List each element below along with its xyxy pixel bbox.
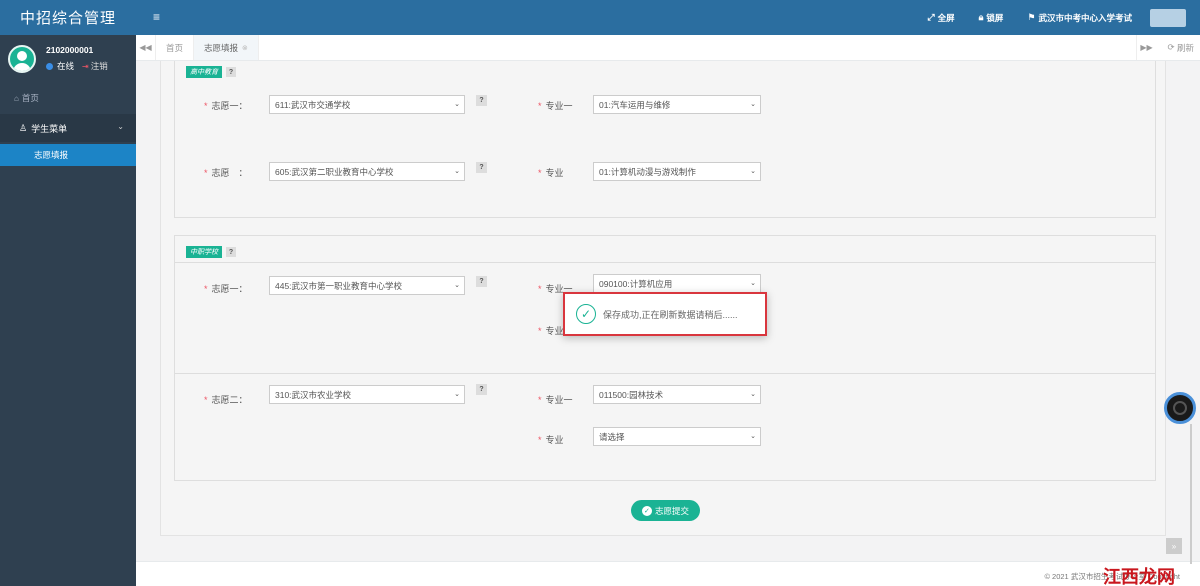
refresh-button[interactable]: ⟳ 刷新 xyxy=(1167,35,1194,60)
org-menu[interactable]: ⚑ 武汉市中考中心入学考试 xyxy=(1027,12,1132,24)
help-icon[interactable]: ? xyxy=(476,276,487,287)
chevron-down-icon: ⌄ xyxy=(454,101,460,108)
field-label: * 志愿二： xyxy=(204,395,248,405)
scroll-top-icon[interactable]: » xyxy=(1166,538,1182,554)
major-select[interactable]: 090100:计算机应用 ⌄ xyxy=(593,274,761,293)
lock-button[interactable]: 🔒︎ 锁屏 xyxy=(979,12,1004,24)
submit-button[interactable]: ✓ 志愿提交 xyxy=(631,500,700,521)
school-select[interactable]: 605:武汉第二职业教育中心学校 ⌄ xyxy=(269,162,465,181)
chevron-down-icon: ⌄ xyxy=(117,122,124,131)
major-select[interactable]: 请选择 ⌄ xyxy=(593,427,761,446)
success-toast: ✓ 保存成功,正在刷新数据请稍后...... xyxy=(563,292,767,336)
divider xyxy=(175,262,1155,263)
tab-volunteer[interactable]: 志愿填报 ⊗ xyxy=(194,35,259,60)
top-bar: ≡ ⤢ 全屏 🔒︎ 锁屏 ⚑ 武汉市中考中心入学考试 xyxy=(136,0,1200,35)
help-icon[interactable]: ? xyxy=(226,247,236,257)
help-icon[interactable]: ? xyxy=(476,95,487,106)
tab-scroll-right-icon[interactable]: ▶▶ xyxy=(1136,35,1156,60)
online-status: 在线 xyxy=(57,61,75,71)
field-label: * 志愿 ： xyxy=(204,168,248,178)
section-vocational: 中职学校 ? * 志愿一： 445:武汉市第一职业教育中心学校 ⌄ ? * 专业一 0… xyxy=(174,235,1156,481)
help-icon[interactable]: ? xyxy=(476,162,487,173)
user-panel: 2102000001 在线 ⇥ 注销 xyxy=(0,35,136,82)
field-label: * 志愿一： xyxy=(204,101,248,111)
field-label: * 专业一 xyxy=(538,101,573,111)
field-label: * 专业 xyxy=(538,168,564,178)
major-select[interactable]: 01:计算机动漫与游戏制作 ⌄ xyxy=(593,162,761,181)
section-high-school: 高中教育 ? * 志愿一： 611:武汉市交通学校 ⌄ ? * 专业一 01:汽车运用… xyxy=(174,61,1156,218)
fullscreen-button[interactable]: ⤢ 全屏 xyxy=(927,12,954,24)
chevron-down-icon: ⌄ xyxy=(454,282,460,289)
tab-bar: ◀◀ 首页 志愿填报 ⊗ ▶▶ ⟳ 刷新 xyxy=(136,35,1200,61)
help-icon[interactable]: ? xyxy=(226,67,236,77)
school-select[interactable]: 445:武汉市第一职业教育中心学校 ⌄ xyxy=(269,276,465,295)
field-label: * 专业 xyxy=(538,435,564,445)
app-title: 中招综合管理 xyxy=(0,0,136,35)
top-user-avatar[interactable] xyxy=(1150,8,1186,27)
scroll-rail[interactable] xyxy=(1190,424,1192,564)
chevron-down-icon: ⌄ xyxy=(750,101,756,108)
lock-icon: 🔒︎ xyxy=(978,12,984,22)
org-icon: ⚑ xyxy=(1027,12,1036,22)
avatar[interactable] xyxy=(8,44,36,73)
sidebar-group-student[interactable]: ♙ 学生菜单 ⌄ xyxy=(0,114,136,142)
online-dot-icon xyxy=(46,62,53,70)
chevron-down-icon: ⌄ xyxy=(454,391,460,398)
home-icon: ⌂ xyxy=(14,93,19,103)
refresh-icon: ⟳ xyxy=(1167,42,1175,52)
sidebar-item-home[interactable]: ⌂ 首页 xyxy=(0,82,136,114)
expand-icon: ⤢ xyxy=(927,12,935,22)
section-label: 高中教育 xyxy=(186,66,222,78)
divider xyxy=(175,373,1155,374)
chevron-down-icon: ⌄ xyxy=(750,168,756,175)
floating-assistant-icon[interactable] xyxy=(1164,392,1196,424)
check-circle-icon: ✓ xyxy=(576,304,596,324)
watermark-logo: 江西龙网 xyxy=(1103,567,1175,586)
logout-icon: ⇥ xyxy=(82,62,89,71)
chevron-down-icon: ⌄ xyxy=(454,168,460,175)
field-label: * 志愿一： xyxy=(204,284,248,294)
school-select[interactable]: 310:武汉市农业学校 ⌄ xyxy=(269,385,465,404)
major-select[interactable]: 01:汽车运用与维修 ⌄ xyxy=(593,95,761,114)
user-icon: ♙ xyxy=(19,122,28,133)
chevron-down-icon: ⌄ xyxy=(750,280,756,287)
chevron-down-icon: ⌄ xyxy=(750,433,756,440)
chevron-down-icon: ⌄ xyxy=(750,391,756,398)
logout-link[interactable]: ⇥ 注销 xyxy=(82,60,108,72)
tab-home[interactable]: 首页 xyxy=(156,35,195,60)
tab-scroll-left-icon[interactable]: ◀◀ xyxy=(136,35,156,60)
toast-message: 保存成功,正在刷新数据请稍后...... xyxy=(603,309,738,320)
menu-toggle-icon[interactable]: ≡ xyxy=(153,10,160,24)
field-label: * 专业一 xyxy=(538,395,573,405)
sidebar-item-volunteer[interactable]: 志愿填报 xyxy=(0,144,136,166)
major-select[interactable]: 011500:园林技术 ⌄ xyxy=(593,385,761,404)
check-icon: ✓ xyxy=(641,505,652,516)
help-icon[interactable]: ? xyxy=(476,384,487,395)
close-tab-icon[interactable]: ⊗ xyxy=(242,44,248,52)
school-select[interactable]: 611:武汉市交通学校 ⌄ xyxy=(269,95,465,114)
footer: © 2021 武汉市招生考试办公室 Copyright 江西龙网 xyxy=(136,561,1200,586)
user-id: 2102000001 xyxy=(46,45,94,55)
field-label: * 专业 xyxy=(538,326,564,336)
section-label: 中职学校 xyxy=(186,246,222,258)
sidebar: 中招综合管理 2102000001 在线 ⇥ 注销 ⌂ 首页 ♙ 学生菜单 ⌄ 志… xyxy=(0,0,136,586)
